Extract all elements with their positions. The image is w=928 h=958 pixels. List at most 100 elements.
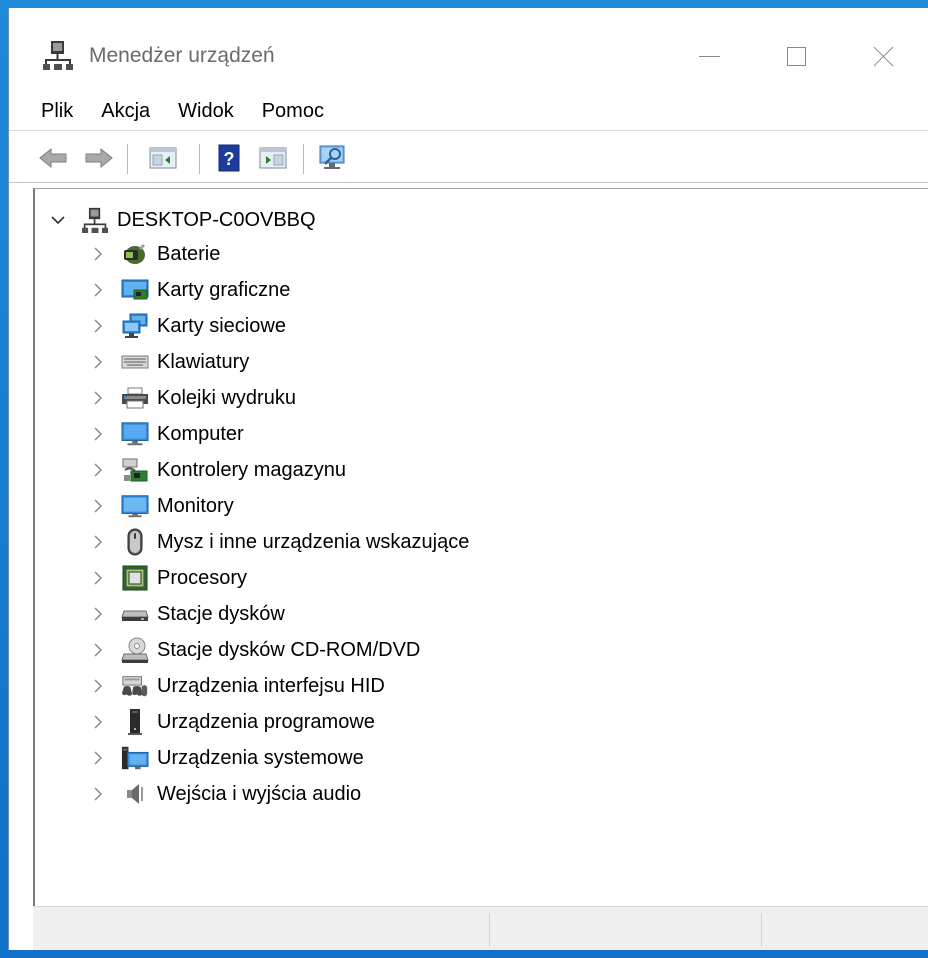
tree-item-label: Kontrolery magazynu bbox=[157, 458, 346, 481]
system-device-icon bbox=[121, 744, 149, 772]
close-icon bbox=[873, 45, 895, 67]
tree-item-label: Monitory bbox=[157, 494, 234, 517]
chevron-right-icon[interactable] bbox=[89, 569, 107, 587]
tree-root[interactable]: DESKTOP-C0OVBBQ bbox=[49, 203, 316, 237]
tree-item-label: Komputer bbox=[157, 422, 244, 445]
tree-item-label: Baterie bbox=[157, 242, 221, 265]
chevron-right-icon[interactable] bbox=[89, 461, 107, 479]
battery-icon bbox=[121, 240, 149, 268]
tree-item-label: Urządzenia programowe bbox=[157, 710, 375, 733]
computer-icon bbox=[121, 420, 149, 448]
back-button[interactable] bbox=[37, 142, 69, 174]
help-button[interactable]: ? bbox=[213, 142, 245, 174]
scan-hardware-changes-icon bbox=[319, 145, 345, 169]
tree-item-urzadzenia-systemowe[interactable]: Urządzenia systemowe bbox=[89, 741, 364, 775]
chevron-right-icon[interactable] bbox=[89, 605, 107, 623]
tree-item-kolejki-wydruku[interactable]: Kolejki wydruku bbox=[89, 381, 296, 415]
disk-drive-icon bbox=[121, 600, 149, 628]
chevron-right-icon[interactable] bbox=[89, 353, 107, 371]
menu-plik[interactable]: Plik bbox=[9, 92, 87, 130]
tree-item-label: Klawiatury bbox=[157, 350, 250, 373]
chevron-right-icon[interactable] bbox=[89, 713, 107, 731]
tree-item-audio[interactable]: Wejścia i wyjścia audio bbox=[89, 777, 361, 811]
software-device-icon bbox=[121, 708, 149, 736]
tree-root-label: DESKTOP-C0OVBBQ bbox=[117, 208, 316, 231]
tree-item-monitory[interactable]: Monitory bbox=[89, 489, 234, 523]
minimize-button[interactable] bbox=[669, 32, 749, 80]
network-adapter-icon bbox=[121, 312, 149, 340]
status-bar-divider bbox=[761, 913, 762, 947]
display-adapter-icon bbox=[121, 276, 149, 304]
tree-item-label: Karty sieciowe bbox=[157, 314, 286, 337]
tree-item-karty-sieciowe[interactable]: Karty sieciowe bbox=[89, 309, 286, 343]
device-manager-window: Menedżer urządzeń Plik Akcja Widok Pomoc bbox=[8, 8, 928, 950]
tree-item-label: Stacje dysków bbox=[157, 602, 285, 625]
menu-widok[interactable]: Widok bbox=[164, 92, 248, 130]
show-action-pane-icon bbox=[259, 147, 287, 169]
tree-item-komputer[interactable]: Komputer bbox=[89, 417, 244, 451]
maximize-button[interactable] bbox=[756, 32, 836, 80]
tree-item-mysz[interactable]: Mysz i inne urządzenia wskazujące bbox=[89, 525, 469, 559]
chevron-right-icon[interactable] bbox=[89, 425, 107, 443]
toolbar-separator bbox=[127, 144, 128, 174]
device-tree[interactable]: DESKTOP-C0OVBBQ Baterie Karty graficzne … bbox=[33, 188, 928, 906]
menu-bar: Plik Akcja Widok Pomoc bbox=[9, 92, 928, 131]
tree-item-baterie[interactable]: Baterie bbox=[89, 237, 220, 271]
chevron-right-icon[interactable] bbox=[89, 677, 107, 695]
chevron-down-icon[interactable] bbox=[49, 211, 67, 229]
tree-item-hid[interactable]: Urządzenia interfejsu HID bbox=[89, 669, 385, 703]
menu-pomoc[interactable]: Pomoc bbox=[248, 92, 338, 130]
forward-button[interactable] bbox=[83, 142, 115, 174]
tree-item-procesory[interactable]: Procesory bbox=[89, 561, 247, 595]
title-bar[interactable]: Menedżer urządzeń bbox=[9, 8, 928, 82]
toolbar-separator bbox=[199, 144, 200, 174]
chevron-right-icon[interactable] bbox=[89, 533, 107, 551]
help-icon: ? bbox=[218, 144, 240, 172]
maximize-icon bbox=[786, 46, 806, 66]
status-bar-divider bbox=[489, 913, 490, 947]
hid-icon bbox=[121, 672, 149, 700]
tree-item-urzadzenia-programowe[interactable]: Urządzenia programowe bbox=[89, 705, 375, 739]
printer-icon bbox=[121, 384, 149, 412]
chevron-right-icon[interactable] bbox=[89, 641, 107, 659]
toolbar-separator bbox=[303, 144, 304, 174]
keyboard-icon bbox=[121, 348, 149, 376]
tree-item-karty-graficzne[interactable]: Karty graficzne bbox=[89, 273, 290, 307]
show-hide-console-tree-button[interactable] bbox=[147, 142, 179, 174]
chevron-right-icon[interactable] bbox=[89, 389, 107, 407]
tree-item-label: Urządzenia systemowe bbox=[157, 746, 364, 769]
tree-item-label: Stacje dysków CD-ROM/DVD bbox=[157, 638, 421, 661]
cd-rom-icon bbox=[121, 636, 149, 664]
show-action-pane-button[interactable] bbox=[257, 142, 289, 174]
tree-item-kontrolery-magazynu[interactable]: Kontrolery magazynu bbox=[89, 453, 346, 487]
speaker-icon bbox=[121, 780, 149, 808]
status-bar bbox=[33, 906, 928, 950]
tree-item-label: Kolejki wydruku bbox=[157, 386, 296, 409]
back-arrow-icon bbox=[39, 147, 67, 169]
device-manager-icon bbox=[43, 40, 73, 70]
tree-item-label: Mysz i inne urządzenia wskazujące bbox=[157, 530, 470, 553]
forward-arrow-icon bbox=[85, 147, 113, 169]
monitor-icon bbox=[121, 492, 149, 520]
tree-item-klawiatury[interactable]: Klawiatury bbox=[89, 345, 249, 379]
scan-hardware-changes-button[interactable] bbox=[317, 142, 349, 174]
storage-controller-icon bbox=[121, 456, 149, 484]
window-title: Menedżer urządzeń bbox=[89, 44, 275, 67]
chevron-right-icon[interactable] bbox=[89, 281, 107, 299]
chevron-right-icon[interactable] bbox=[89, 245, 107, 263]
tree-item-label: Wejścia i wyjścia audio bbox=[157, 782, 362, 805]
chevron-right-icon[interactable] bbox=[89, 497, 107, 515]
menu-akcja[interactable]: Akcja bbox=[87, 92, 164, 130]
processor-icon bbox=[121, 564, 149, 592]
close-button[interactable] bbox=[844, 32, 924, 80]
tree-item-label: Karty graficzne bbox=[157, 278, 291, 301]
minimize-icon bbox=[698, 55, 720, 57]
chevron-right-icon[interactable] bbox=[89, 749, 107, 767]
tree-item-label: Procesory bbox=[157, 566, 248, 589]
tree-item-stacje-cd-rom[interactable]: Stacje dysków CD-ROM/DVD bbox=[89, 633, 420, 667]
chevron-right-icon[interactable] bbox=[89, 317, 107, 335]
chevron-right-icon[interactable] bbox=[89, 785, 107, 803]
tree-item-stacje-dyskow[interactable]: Stacje dysków bbox=[89, 597, 285, 631]
svg-text:?: ? bbox=[224, 149, 235, 169]
show-hide-console-tree-icon bbox=[149, 147, 177, 169]
